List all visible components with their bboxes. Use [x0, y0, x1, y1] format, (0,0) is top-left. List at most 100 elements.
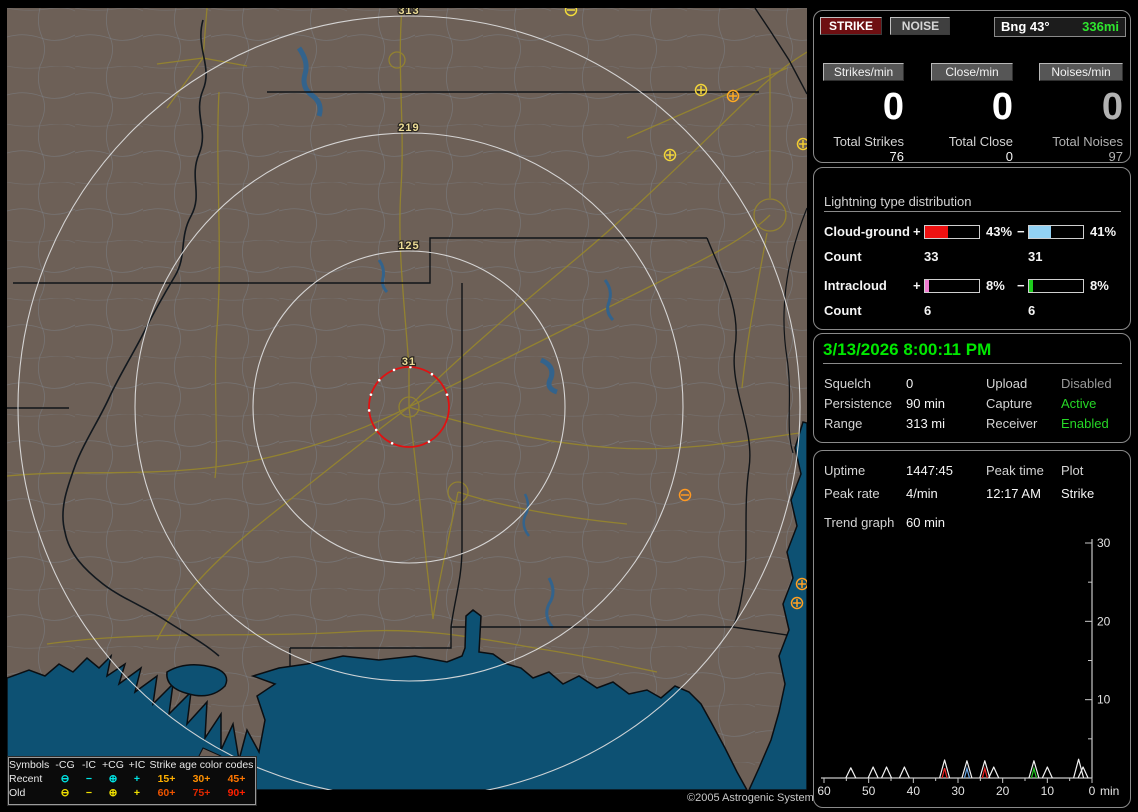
- upload-status: Disabled: [1061, 376, 1112, 391]
- strike-toggle-button[interactable]: STRIKE: [820, 17, 882, 35]
- ic-minus-pct: 8%: [1090, 278, 1109, 293]
- persistence-label: Persistence: [824, 396, 892, 411]
- counter-column-close: Close/min 0 Total Close 0: [931, 63, 1013, 164]
- cg-minus-pct: 41%: [1090, 224, 1117, 239]
- trend-peak: [867, 766, 879, 779]
- counter-column-noises: Noises/min 0 Total Noises 97: [1039, 63, 1123, 164]
- total-strikes-label: Total Strikes: [833, 134, 904, 149]
- ring-label: 125: [398, 240, 419, 252]
- capture-label: Capture: [986, 396, 1033, 411]
- cloud-ground-label: Cloud-ground: [824, 224, 910, 239]
- age-code: 30+: [192, 773, 211, 785]
- distribution-title: Lightning type distribution: [824, 194, 1121, 212]
- legend-col-header: -IC: [82, 759, 96, 771]
- capture-status: Active: [1061, 396, 1097, 411]
- cg-minus-bar: [1028, 225, 1084, 239]
- pos-ic-symbol: +: [133, 773, 141, 785]
- strike-marker: [694, 83, 708, 97]
- age-code: 15+: [157, 773, 176, 785]
- copyright-text: ©2005 Astrogenic Systems: [687, 792, 820, 804]
- trend-y-tick-label: 30: [1097, 536, 1111, 550]
- total-strikes-value: 76: [889, 149, 904, 164]
- trend-x-tick-label: 10: [1041, 784, 1055, 798]
- datetime-display: 3/13/2026 8:00:11 PM: [823, 340, 992, 359]
- trend-x-tick-label: 0: [1089, 784, 1096, 798]
- neg-ic-symbol: −: [85, 773, 93, 785]
- range-label: Range: [824, 416, 863, 431]
- trend-peak: [845, 767, 857, 779]
- ic-plus-pct: 8%: [986, 278, 1005, 293]
- legend-row-label: Old: [9, 787, 26, 799]
- cg-plus-count: 33: [924, 249, 939, 264]
- squelch-value: 0: [906, 376, 914, 391]
- age-code: 60+: [157, 787, 176, 799]
- intracloud-label: Intracloud: [824, 278, 887, 293]
- receiver-label: Receiver: [986, 416, 1038, 431]
- close-per-min-button[interactable]: Close/min: [931, 63, 1013, 81]
- strikes-per-min-button[interactable]: Strikes/min: [823, 63, 904, 81]
- trend-peak: [1041, 766, 1053, 779]
- ring-label: 219: [398, 122, 419, 134]
- legend-box: Symbols -CG -IC +CG +IC Strike age color code…: [7, 756, 257, 806]
- legend-col-header: +IC: [128, 759, 146, 771]
- trend-x-tick-label: 40: [907, 784, 921, 798]
- trend-peak: [880, 766, 893, 779]
- bearing-range: 336mi: [1082, 19, 1119, 34]
- legend-col-header: -CG: [55, 759, 75, 771]
- cg-plus-bar: [924, 225, 980, 239]
- status-row: Persistence 90 min Capture Active: [814, 396, 1132, 416]
- legend-col-header: +CG: [102, 759, 124, 771]
- trend-graph-chart: 60 50 40 30 20 10 0 min 10 20 30: [817, 536, 1119, 798]
- ic-plus-count: 6: [924, 303, 932, 318]
- ic-minus-sign: −: [1017, 278, 1025, 293]
- total-close-value: 0: [1005, 149, 1013, 164]
- ring-label: 313: [398, 8, 419, 17]
- total-noises-label: Total Noises: [1052, 134, 1123, 149]
- trend-x-tick-label: 60: [817, 784, 831, 798]
- strike-marker: [790, 596, 804, 610]
- noises-per-min-value: 0: [1101, 86, 1123, 128]
- legend-symbols-header: Symbols: [9, 759, 50, 771]
- age-code: 75+: [192, 787, 211, 799]
- strike-marker: [726, 89, 740, 103]
- total-close-label: Total Close: [948, 134, 1013, 149]
- neg-ic-symbol: −: [85, 787, 93, 799]
- squelch-label: Squelch: [824, 376, 871, 391]
- age-code: 90+: [227, 787, 246, 799]
- status-row: Squelch 0 Upload Disabled: [814, 376, 1132, 396]
- distribution-panel: Lightning type distribution Cloud-ground…: [813, 167, 1131, 330]
- total-noises-value: 97: [1108, 149, 1123, 164]
- strike-marker: [795, 577, 807, 591]
- receiver-status: Enabled: [1061, 416, 1109, 431]
- strikes-per-min-value: 0: [882, 86, 904, 128]
- trend-x-tick-label: 50: [862, 784, 876, 798]
- cg-minus-sign: −: [1017, 224, 1025, 239]
- legend-row-label: Recent: [9, 773, 43, 785]
- trend-y-tick-label: 20: [1097, 614, 1111, 628]
- status-panel: 3/13/2026 8:00:11 PM Squelch 0 Upload Di…: [813, 333, 1131, 443]
- trend-x-axis-unit: min: [1100, 784, 1119, 798]
- bearing-label: Bng 43°: [1001, 19, 1050, 34]
- upload-label: Upload: [986, 376, 1028, 391]
- count-label: Count: [824, 249, 862, 264]
- noises-per-min-button[interactable]: Noises/min: [1039, 63, 1123, 81]
- lightning-map[interactable]: 313 219 125 31: [7, 8, 807, 790]
- trend-x-tick-label: 30: [951, 784, 965, 798]
- intracloud-row: Intracloud + 8% − 8%: [814, 278, 1132, 294]
- ic-plus-sign: +: [913, 278, 921, 293]
- count-label2: Count: [824, 303, 862, 318]
- age-code: 45+: [227, 773, 246, 785]
- pos-cg-symbol: ⊕: [108, 773, 118, 785]
- legend-age-header: Strike age color codes: [149, 759, 254, 771]
- lightning-monitor-window: 313 219 125 31 Symbols -CG -IC +CG +IC Strike ag…: [0, 0, 1138, 812]
- cg-minus-count: 31: [1028, 249, 1043, 264]
- ring-label: 31: [402, 356, 416, 368]
- trend-x-tick-label: 20: [996, 784, 1010, 798]
- trend-y-tick-label: 10: [1097, 693, 1111, 707]
- status-rows: Squelch 0 Upload Disabled Persistence 90…: [814, 376, 1132, 436]
- cg-plus-sign: +: [913, 224, 921, 239]
- strike-marker: [663, 148, 677, 162]
- noise-toggle-button[interactable]: NOISE: [890, 17, 951, 35]
- cloud-ground-count-row: Count 33 31: [814, 249, 1132, 265]
- bearing-display: Bng 43° 336mi: [994, 17, 1126, 37]
